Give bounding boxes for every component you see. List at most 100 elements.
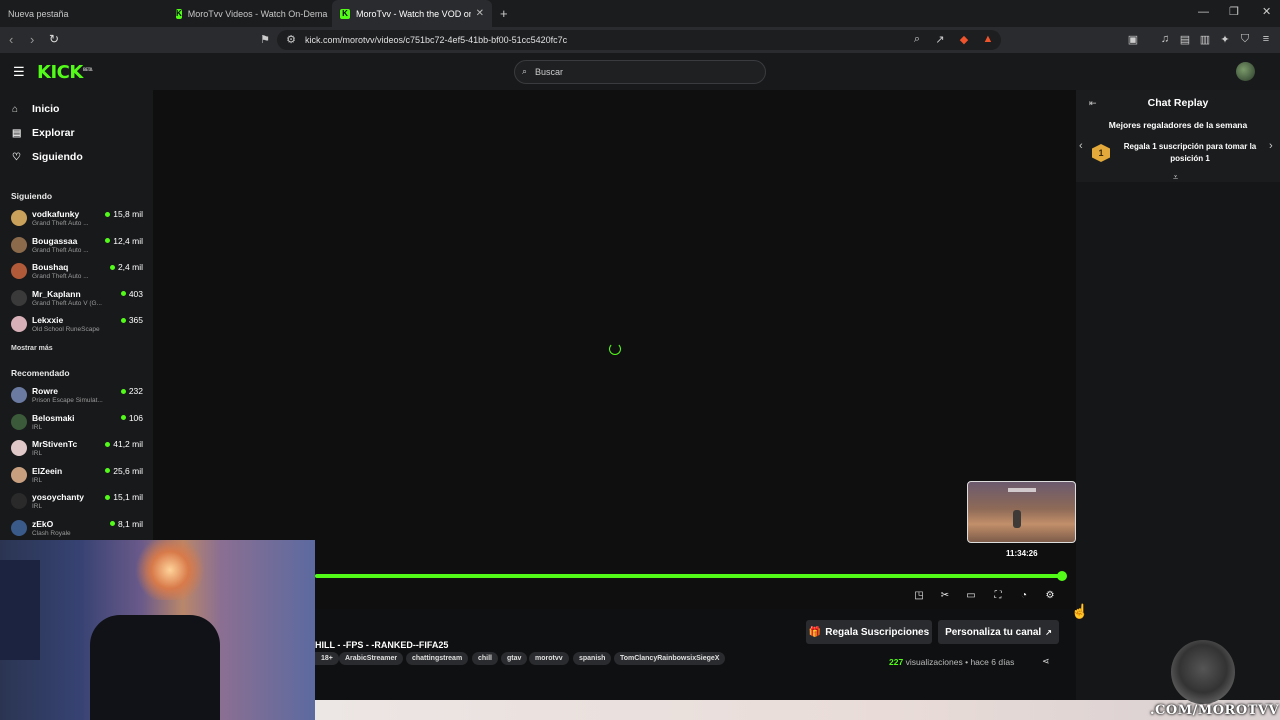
tag-chip[interactable]: morotvv: [529, 652, 569, 665]
search-input[interactable]: ⌕ Buscar: [514, 60, 766, 84]
channel-avatar: [11, 236, 27, 253]
new-tab-icon[interactable]: +: [500, 6, 508, 21]
channel-name: Lekxxie: [32, 315, 64, 325]
bookmark-icon[interactable]: ⚑: [258, 32, 272, 46]
viewer-count: 8,1 mil: [109, 519, 143, 529]
minimize-icon[interactable]: —: [1198, 6, 1209, 18]
tab-new-tab[interactable]: Nueva pestaña: [0, 0, 168, 27]
viewer-count: 2,4 mil: [109, 262, 143, 272]
channel-avatar: [11, 210, 27, 226]
kick-logo[interactable]: KICKBETA: [37, 62, 93, 83]
sidebar-item-explorar[interactable]: ▤ Explorar: [12, 127, 75, 139]
channel-item[interactable]: Rowre Prison Escape Simulat... 232: [11, 384, 146, 408]
channel-item[interactable]: Lekxxie Old School RuneScape 365: [11, 313, 146, 337]
channel-game: Grand Theft Auto ...: [32, 246, 89, 254]
wallet-icon[interactable]: ▥: [1198, 32, 1212, 46]
show-more-button[interactable]: Mostrar más: [11, 345, 53, 352]
address-bar[interactable]: kick.com/morotvv/videos/c751bc72-4ef5-41…: [277, 30, 1001, 50]
viewer-count-value: 41,2 mil: [113, 439, 143, 449]
share-icon[interactable]: ↗: [933, 32, 947, 46]
tag-chip[interactable]: 18+: [315, 652, 339, 665]
live-dot-icon: [105, 211, 111, 217]
tab-title: MoroTvv Videos - Watch On-Demand: [187, 8, 328, 19]
tag-chip[interactable]: chattingstream: [406, 652, 469, 665]
zoom-icon[interactable]: ⌕: [910, 32, 924, 46]
viewer-count-value: 403: [128, 288, 143, 299]
channel-avatar: [11, 466, 27, 483]
viewer-count: 15,1 mil: [105, 492, 143, 502]
customize-label: Personaliza tu canal: [945, 626, 1042, 638]
viewer-count-value: 25,6 mil: [113, 465, 143, 476]
channel-game: Grand Theft Auto ...: [32, 273, 89, 280]
chevron-left-icon[interactable]: ‹: [1079, 140, 1083, 152]
progress-bar[interactable]: [315, 574, 1063, 578]
tag-chip[interactable]: TomClancyRainbowsixSiegeX: [614, 652, 726, 665]
tab-title: Nueva pestaña: [8, 8, 69, 19]
channel-avatar: [11, 519, 27, 536]
channel-item[interactable]: Bougassaa Grand Theft Auto ... 12,4 mil: [11, 234, 146, 258]
channel-item[interactable]: Mr_Kaplann Grand Theft Auto V (G... 403: [11, 287, 146, 311]
tab-videos[interactable]: K MoroTvv Videos - Watch On-Demand: [168, 0, 328, 27]
menu-icon[interactable]: ≡: [1259, 32, 1273, 46]
channel-item[interactable]: Boushaq Grand Theft Auto ... 2,4 mil: [11, 260, 146, 284]
search-icon: ⌕: [522, 66, 528, 76]
close-window-icon[interactable]: ✕: [1262, 5, 1271, 18]
channel-item[interactable]: zEkO Clash Royale 8,1 mil: [11, 517, 146, 541]
tag-chip[interactable]: spanish: [573, 652, 612, 665]
close-tab-icon[interactable]: ✕: [476, 8, 484, 19]
recommended-heading: Recomendado: [11, 368, 70, 378]
viewer-count: 106: [120, 413, 143, 423]
channel-item[interactable]: MrStivenTc IRL 41,2 mil: [11, 437, 146, 461]
site-info-icon[interactable]: ⚙: [284, 32, 298, 46]
vpn-icon[interactable]: ⛉: [1238, 32, 1252, 46]
sidebar-item-inicio[interactable]: ⌂ Inicio: [12, 103, 59, 115]
expand-icon[interactable]: ⩡: [1173, 172, 1178, 183]
theater-mode-icon[interactable]: ▭: [965, 589, 977, 601]
tag-chip[interactable]: chill: [472, 652, 499, 665]
leo-ai-icon[interactable]: ✦: [1218, 32, 1232, 46]
tag-chip[interactable]: gtav: [501, 652, 528, 665]
channel-name: Belosmaki: [32, 412, 75, 423]
brave-rewards-icon[interactable]: ▲: [981, 32, 995, 46]
tag-chip[interactable]: ArabicStreamer: [339, 652, 404, 665]
viewer-count-value: 15,8 mil: [113, 209, 143, 219]
fullscreen-icon[interactable]: ⛶: [992, 589, 1004, 601]
gift-subs-label: Regala Suscripciones: [825, 626, 930, 638]
restore-icon[interactable]: ❐: [1229, 5, 1239, 18]
sidebar-toggle-icon[interactable]: ▤: [1178, 32, 1192, 46]
playback-speed-icon[interactable]: ◔: [1018, 589, 1030, 601]
tab-vod[interactable]: K MoroTvv - Watch the VOD on Kick ✕: [332, 0, 492, 27]
preview-character: [1013, 510, 1021, 528]
chevron-right-icon[interactable]: ›: [1269, 140, 1273, 152]
logo-badge: BETA: [82, 67, 93, 72]
channel-name: Boushaq: [32, 262, 69, 272]
forward-icon[interactable]: ›: [30, 32, 34, 47]
viewer-count: 25,6 mil: [105, 466, 143, 476]
heart-icon: ♡: [12, 151, 21, 163]
time-ago: hace 6 días: [970, 657, 1015, 667]
channel-item[interactable]: Belosmaki IRL 106: [11, 411, 146, 435]
watermark-text: .COM/MOROTVV: [1150, 703, 1280, 718]
hamburger-menu-icon[interactable]: ☰: [13, 64, 25, 80]
music-icon[interactable]: ♫: [1158, 32, 1172, 46]
channel-item[interactable]: vodkafunky Grand Theft Auto ... 15,8 mil: [11, 207, 146, 231]
reload-icon[interactable]: ↻: [49, 32, 59, 46]
share-video-icon[interactable]: ⋖: [1042, 656, 1050, 667]
customize-channel-button[interactable]: Personaliza tu canal ↗: [938, 620, 1059, 644]
clip-icon[interactable]: ✂: [939, 589, 951, 601]
nav-label: Siguiendo: [32, 151, 83, 163]
back-icon[interactable]: ‹: [9, 32, 13, 47]
user-avatar[interactable]: [1236, 62, 1255, 81]
channel-item[interactable]: yosoychanty IRL 15,1 mil: [11, 490, 146, 514]
screenshot-icon[interactable]: ▣: [1126, 32, 1140, 46]
sidebar-item-siguiendo[interactable]: ♡ Siguiendo: [12, 151, 83, 163]
gift-subs-button[interactable]: 🎁 Regala Suscripciones: [806, 620, 932, 644]
viewer-count-value: 232: [128, 386, 143, 396]
video-title: HILL - -FPS - -RANKED--FIFA25: [315, 640, 449, 650]
settings-gear-icon[interactable]: ⚙: [1044, 589, 1056, 601]
following-heading: Siguiendo: [11, 191, 53, 201]
channel-item[interactable]: ElZeein IRL 25,6 mil: [11, 464, 146, 488]
facecam-circle: [1171, 640, 1235, 704]
miniplayer-icon[interactable]: ◳: [913, 589, 925, 601]
brave-shield-icon[interactable]: ◆: [957, 32, 971, 46]
